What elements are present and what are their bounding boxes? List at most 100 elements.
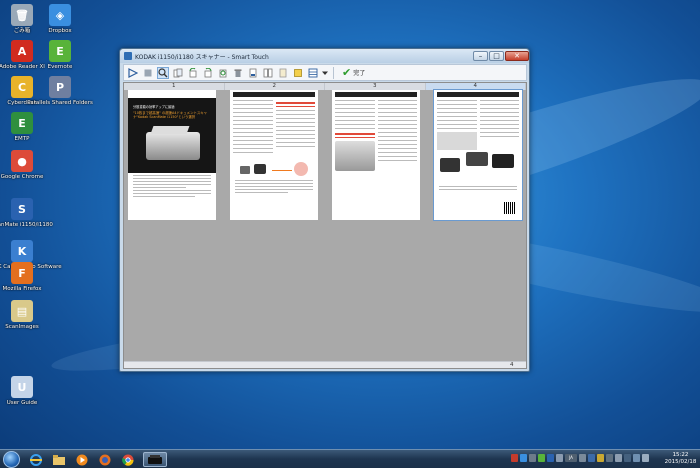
evernote-tray-icon[interactable] xyxy=(538,454,545,462)
stop-icon[interactable] xyxy=(142,67,154,79)
tray-icon[interactable] xyxy=(588,454,595,462)
clock-time: 15:22 xyxy=(672,452,689,458)
page-number: 2 xyxy=(225,83,325,90)
desktop-icon-evernote[interactable]: E Evernote xyxy=(38,40,82,71)
recycle-bin-icon: 🗑 xyxy=(11,4,33,26)
desktop-icon-firefox[interactable]: F Mozilla Firefox xyxy=(0,262,44,293)
language-indicator[interactable]: JA xyxy=(565,454,577,462)
desktop-icon-scanmate[interactable]: S ScanMate i1150/i1180 xyxy=(0,198,53,229)
file-explorer-icon[interactable] xyxy=(50,452,68,467)
rotate-180-icon[interactable] xyxy=(217,67,229,79)
scanner-tray xyxy=(150,126,190,134)
layout-icon[interactable] xyxy=(307,67,319,79)
minimize-button[interactable]: – xyxy=(473,51,488,61)
page-thumbnail-4[interactable] xyxy=(433,89,523,221)
tray-icon[interactable] xyxy=(606,454,613,462)
user-guide-icon: U xyxy=(11,376,33,398)
chevron-down-icon[interactable] xyxy=(322,67,328,79)
close-button[interactable]: ✕ xyxy=(505,51,529,61)
desktop-icon-google-chrome[interactable]: ● Google Chrome xyxy=(0,150,44,181)
firefox-icon: F xyxy=(11,262,33,284)
scanmate-icon: S xyxy=(11,198,33,220)
rotate-right-icon[interactable] xyxy=(202,67,214,79)
pages-icon[interactable] xyxy=(172,67,184,79)
network-icon[interactable] xyxy=(633,454,640,462)
system-clock[interactable]: 15:22 2015/02/18 xyxy=(663,452,698,466)
checkmark-icon: ✔ xyxy=(342,66,352,79)
desktop-icon-parallels[interactable]: P Parallels Shared Folders xyxy=(27,76,93,107)
page-number: 4 xyxy=(425,83,526,90)
desktop-icon-label: Evernote xyxy=(47,64,73,70)
thumbnail-area[interactable]: 1 2 3 4 分散書類の効率アップに最適 "10枚まで超高速" の超速A4ドキ… xyxy=(123,82,527,369)
desktop-icon-emtp[interactable]: E EMTP xyxy=(0,112,44,143)
page-number-bar: 1 2 3 4 xyxy=(124,83,526,90)
desktop-icon-label: Mozilla Firefox xyxy=(2,286,42,292)
emtp-icon: E xyxy=(11,112,33,134)
toolbar-separator xyxy=(333,66,334,79)
qr-code xyxy=(504,202,516,214)
tray-icon[interactable] xyxy=(624,454,631,462)
firefox-icon[interactable] xyxy=(96,452,114,467)
status-bar: 4 xyxy=(124,361,526,368)
page-thumbnail-3[interactable] xyxy=(332,90,420,220)
tray-icon[interactable] xyxy=(511,454,518,462)
chrome-icon[interactable] xyxy=(119,452,137,467)
desktop-icon-label: User Guide xyxy=(6,400,38,406)
app-icon xyxy=(124,52,132,60)
taskbar: JA 15:22 2015/02/18 xyxy=(0,449,700,468)
volume-icon[interactable] xyxy=(642,454,649,462)
clock-date: 2015/02/18 xyxy=(664,459,697,465)
window-titlebar[interactable]: KODAK i1150/i1180 スキャナー - Smart Touch – … xyxy=(120,49,529,63)
merge-page-icon[interactable] xyxy=(277,67,289,79)
status-page-count: 4 xyxy=(510,362,514,368)
dropbox-tray-icon[interactable] xyxy=(520,454,527,462)
scanner-photo xyxy=(335,141,375,171)
scanimages-icon: ▤ xyxy=(11,300,33,322)
tray-icon[interactable] xyxy=(615,454,622,462)
desktop-icon-dropbox[interactable]: ◈ Dropbox xyxy=(38,4,82,35)
window-title: KODAK i1150/i1180 スキャナー - Smart Touch xyxy=(135,53,269,61)
desktop-icon-scanimages[interactable]: ▤ ScanImages xyxy=(0,300,44,331)
cover-title: "10枚まで超高速" の超速A4ドキュメントスキャナ"Kodak ScanMat… xyxy=(133,111,208,119)
maximize-button[interactable]: □ xyxy=(489,51,504,61)
split-page-icon[interactable] xyxy=(262,67,274,79)
scanner-photo xyxy=(146,132,200,160)
delete-icon[interactable] xyxy=(232,67,244,79)
page-thumbnail-1[interactable]: 分散書類の効率アップに最適 "10枚まで超高速" の超速A4ドキュメントスキャナ… xyxy=(128,90,216,220)
desktop-icon-user-guide[interactable]: U User Guide xyxy=(0,376,44,407)
system-tray: JA xyxy=(511,454,649,462)
screenshot-graphic xyxy=(437,132,477,150)
desktop-icon-label: ScanImages xyxy=(5,324,39,330)
play-icon[interactable] xyxy=(127,67,139,79)
desktop-icon-label: Google Chrome xyxy=(0,174,44,180)
media-player-icon[interactable] xyxy=(73,452,91,467)
start-button[interactable] xyxy=(3,451,20,468)
desktop-icon-label: Dropbox xyxy=(48,28,72,34)
toolbar: ✔ 完了 xyxy=(123,64,527,81)
scanner-app-taskbar-button[interactable] xyxy=(143,452,167,467)
evernote-icon: E xyxy=(49,40,71,62)
google-chrome-icon: ● xyxy=(11,150,33,172)
rotate-left-icon[interactable] xyxy=(187,67,199,79)
desktop-icon-label: Parallels Shared Folders xyxy=(27,100,93,106)
parallels-icon: P xyxy=(49,76,71,98)
zoom-icon[interactable] xyxy=(157,66,169,79)
tray-icon[interactable] xyxy=(579,454,586,462)
desktop-icon-label: ScanMate i1150/i1180 xyxy=(0,222,53,228)
cyberduck-icon: C xyxy=(11,76,33,98)
scanner-window[interactable]: KODAK i1150/i1180 スキャナー - Smart Touch – … xyxy=(119,48,530,372)
tray-icon[interactable] xyxy=(597,454,604,462)
desktop-icon-label: ごみ箱 xyxy=(13,28,31,34)
page-thumbnail-2[interactable] xyxy=(230,90,318,220)
scanner-photos xyxy=(434,150,522,184)
tray-icon[interactable] xyxy=(556,454,563,462)
internet-explorer-icon[interactable] xyxy=(27,452,45,467)
highlight-icon[interactable] xyxy=(292,67,304,79)
tray-icon[interactable] xyxy=(547,454,554,462)
insert-page-icon[interactable] xyxy=(247,67,259,79)
dropbox-icon: ◈ xyxy=(49,4,71,26)
done-button[interactable]: ✔ 完了 xyxy=(342,66,365,79)
page-number: 1 xyxy=(124,83,225,90)
tray-icon[interactable] xyxy=(529,454,536,462)
page-number: 3 xyxy=(325,83,426,90)
